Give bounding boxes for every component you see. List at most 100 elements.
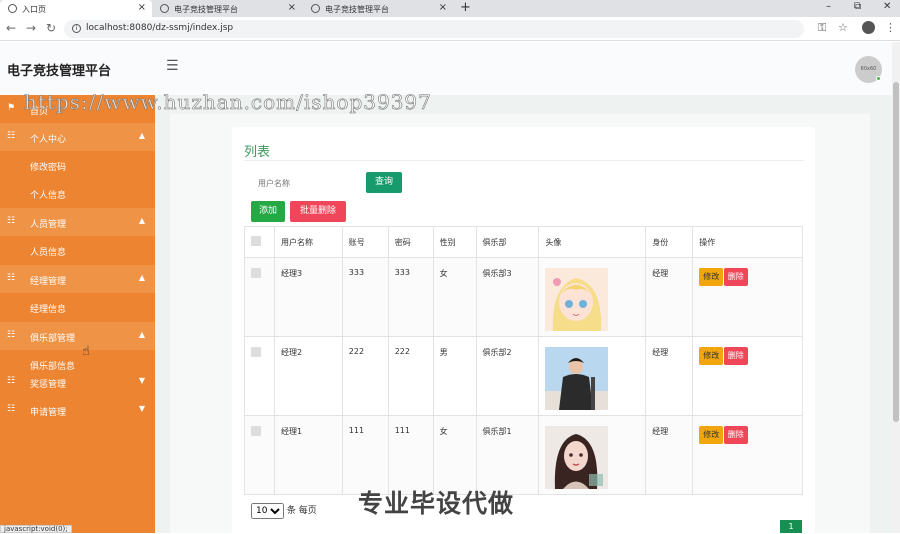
browser-tab-3[interactable]: 电子竞技管理平台 × [303,0,453,17]
page-title: 列表 [244,145,271,160]
browser-tab-1[interactable]: 入口页 × [0,0,152,17]
avatar[interactable]: 60x60 [855,56,882,83]
sidebar-group-applications[interactable]: ☷ 申请管理 ▼ [0,396,155,424]
sidebar-item-label: 个人信息 [30,191,67,201]
cell-club: 俱乐部2 [475,336,540,416]
select-all-checkbox[interactable] [251,236,261,246]
edit-button[interactable]: 修改 [699,426,724,444]
browser-tab-2[interactable]: 电子竞技管理平台 × [152,0,302,17]
add-button[interactable]: 添加 [251,201,285,222]
delete-button[interactable]: 删除 [723,347,748,365]
cell-account: 222 [341,336,389,416]
sidebar-item-label: 奖惩管理 [30,380,67,390]
edit-button[interactable]: 修改 [699,347,724,365]
batch-delete-button[interactable]: 批量删除 [290,201,346,222]
more-menu-icon[interactable]: ⋮ [885,21,896,34]
delete-button[interactable]: 删除 [723,426,748,444]
page-button-current[interactable]: 1 [780,520,802,533]
close-window-button[interactable]: ✕ [883,1,891,12]
key-icon[interactable]: ⚿ [818,21,826,35]
column-header: 俱乐部 [475,226,540,258]
anime-girl-avatar [545,268,609,331]
row-checkbox[interactable] [251,347,261,357]
cell-avatar [538,415,647,495]
scrollbar-thumb[interactable] [893,82,899,422]
grid-icon: ☷ [7,131,16,141]
column-header: 密码 [387,226,434,258]
sidebar-item-label: 修改密码 [30,163,67,173]
menu-toggle-icon[interactable]: ☰ [166,58,179,74]
sidebar-group-manager[interactable]: ☷ 经理管理 ▲ [0,265,155,293]
page-size-select[interactable]: 10 [251,503,284,519]
sidebar-item-label: 人员管理 [30,220,67,230]
app-title: 电子竞技管理平台 [7,64,112,79]
cell-actions: 修改 删除 [692,336,803,416]
info-icon[interactable]: i [72,24,81,33]
new-tab-button[interactable]: + [460,0,471,15]
grid-icon: ☷ [7,273,16,283]
row-checkbox[interactable] [251,426,261,436]
online-status-dot [876,76,881,81]
star-icon[interactable]: ☆ [838,21,848,34]
chevron-up-icon: ▲ [138,131,145,140]
column-header: 头像 [538,226,647,258]
cell-role: 经理 [645,415,694,495]
watermark-text: https://www.huzhan.com/ishop39397 [24,90,432,115]
chevron-down-icon: ▼ [138,404,145,413]
globe-icon [8,4,17,13]
sidebar-item-label: 经理信息 [30,305,67,315]
cell-role: 经理 [645,336,694,416]
cell-name: 经理3 [273,257,343,337]
url-field[interactable]: i localhost:8080/dz-ssmj/index.jsp [64,20,804,38]
app-header: 电子竞技管理平台 ☰ 60x60 [0,42,892,95]
sidebar-group-personal[interactable]: ☷ 个人中心 ▲ [0,123,155,151]
search-input[interactable] [251,172,363,194]
sidebar-group-rewards[interactable]: ☷ 奖惩管理 ▼ [0,368,155,396]
forward-icon[interactable]: → [26,21,36,35]
grid-icon: ☷ [7,330,16,340]
table-row: 经理1 111 111 女 俱乐部1 经理 修改 删除 [244,415,803,495]
browser-tab-label: 电子竞技管理平台 [325,5,389,14]
sidebar-item-label: 人员信息 [30,248,67,258]
minimize-button[interactable]: – [826,1,831,12]
divider [244,160,804,161]
grid-icon: ☷ [7,404,16,414]
close-tab-icon[interactable]: × [439,2,447,13]
restore-button[interactable]: ⧉ [854,1,861,12]
chevron-up-icon: ▲ [138,273,145,282]
cell-actions: 修改 删除 [692,257,803,337]
young-man-avatar [545,347,609,410]
cell-gender: 女 [432,257,477,337]
column-header: 身份 [645,226,694,258]
cell-account: 333 [341,257,389,337]
edit-button[interactable]: 修改 [699,268,724,286]
close-tab-icon[interactable]: × [288,2,296,13]
sidebar-item-manager-info[interactable]: 经理信息 [0,293,155,321]
sidebar-group-staff[interactable]: ☷ 人员管理 ▲ [0,208,155,236]
overlay-caption: 专业毕设代做 [358,489,515,518]
sidebar-item-staff-info[interactable]: 人员信息 [0,236,155,264]
cell-club: 俱乐部3 [475,257,540,337]
table-row: 经理3 333 333 女 俱乐部3 经理 修改 删除 [244,257,803,337]
query-button[interactable]: 查询 [366,172,402,193]
sidebar-item-change-password[interactable]: 修改密码 [0,151,155,179]
profile-icon[interactable] [862,21,875,34]
column-header: 性别 [432,226,477,258]
cell-gender: 男 [432,336,477,416]
back-icon[interactable]: ← [6,21,16,35]
cell-avatar [538,336,647,416]
delete-button[interactable]: 删除 [723,268,748,286]
page-scrollbar[interactable] [892,42,900,533]
cell-gender: 女 [432,415,477,495]
reload-icon[interactable]: ↻ [46,21,56,35]
browser-tab-label: 入口页 [22,5,46,14]
address-bar-row: ← → ↻ i localhost:8080/dz-ssmj/index.jsp… [0,17,900,41]
status-bar-link: javascript:void(0); [0,525,72,533]
sidebar-item-personal-info[interactable]: 个人信息 [0,179,155,207]
close-tab-icon[interactable]: × [138,2,146,13]
table-header-row: 用户名称 账号 密码 性别 俱乐部 头像 身份 操作 [244,226,803,258]
row-checkbox[interactable] [251,268,261,278]
mouse-pointer-icon: ☝ [82,344,90,359]
sidebar-item-label: 个人中心 [30,135,67,145]
sidebar-group-club[interactable]: ☷ 俱乐部管理 ▲ [0,322,155,350]
